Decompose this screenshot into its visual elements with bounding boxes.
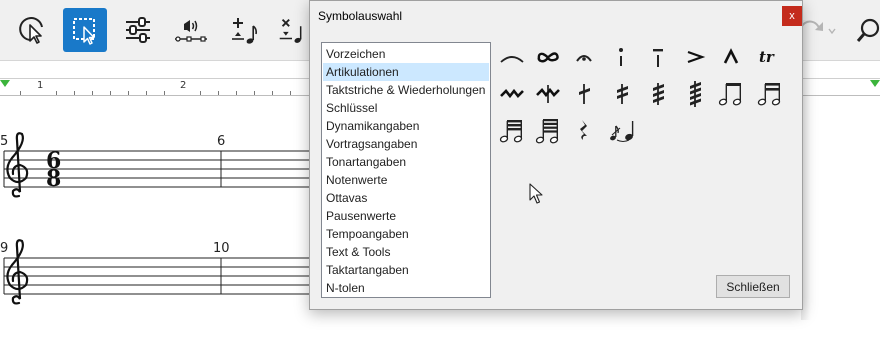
beamed-64ths-icon[interactable] xyxy=(531,116,565,146)
magnifier-icon xyxy=(856,18,880,42)
add-note-icon xyxy=(232,18,257,44)
category-item[interactable]: Vorzeichen xyxy=(323,45,489,63)
close-button[interactable]: Schließen xyxy=(716,275,790,298)
ruler-number: 1 xyxy=(37,80,44,91)
staccato-icon[interactable] xyxy=(605,42,639,72)
beamed-eighths-icon[interactable] xyxy=(714,79,748,109)
zoom-button[interactable] xyxy=(850,8,880,52)
category-item[interactable]: Schlüssel xyxy=(323,99,489,117)
category-item[interactable]: Pausenwerte xyxy=(323,207,489,225)
single-tremolo-icon[interactable] xyxy=(567,79,601,109)
slur-icon[interactable] xyxy=(495,42,529,72)
ruler-end-marker-icon xyxy=(870,80,880,87)
selection-rectangle-icon xyxy=(73,18,95,45)
turn-icon[interactable] xyxy=(531,42,565,72)
sliders-icon xyxy=(126,17,150,43)
inverted-mordent-icon[interactable] xyxy=(531,79,565,109)
mixer-settings-button[interactable] xyxy=(116,8,160,52)
ruler-start-marker-icon xyxy=(0,80,10,87)
marcato-icon[interactable] xyxy=(714,42,748,72)
add-note-button[interactable] xyxy=(222,8,266,52)
category-item[interactable]: Notenwerte xyxy=(323,171,489,189)
category-item[interactable]: Artikulationen xyxy=(323,63,489,81)
trill-icon[interactable]: tr xyxy=(753,42,787,72)
selection-rectangle-button[interactable] xyxy=(63,8,107,52)
rest-tremolo-icon[interactable] xyxy=(567,116,601,146)
select-pointer-button[interactable] xyxy=(10,8,54,52)
dialog-close-button[interactable]: x xyxy=(782,6,802,26)
category-item[interactable]: Text & Tools xyxy=(323,243,489,261)
remove-note-button[interactable] xyxy=(275,8,309,52)
playback-sound-button[interactable] xyxy=(169,8,213,52)
ruler-number: 2 xyxy=(180,80,187,91)
circle-pointer-icon xyxy=(19,17,43,44)
category-item[interactable]: N-tolen xyxy=(323,279,489,297)
accent-icon[interactable] xyxy=(678,42,712,72)
triple-tremolo-icon[interactable] xyxy=(641,79,675,109)
double-tremolo-icon[interactable] xyxy=(605,79,639,109)
beamed-sixteenths-icon[interactable] xyxy=(753,79,787,109)
beamed-32nds-icon[interactable] xyxy=(495,116,529,146)
mouse-cursor-icon xyxy=(529,183,543,204)
category-item[interactable]: Vortragsangaben xyxy=(323,135,489,153)
grace-note-icon[interactable] xyxy=(605,116,639,146)
category-item[interactable]: Taktstriche & Wiederholungen xyxy=(323,81,489,99)
fermata-icon[interactable] xyxy=(567,42,601,72)
category-item[interactable]: Tonartangaben xyxy=(323,153,489,171)
speaker-staff-icon xyxy=(175,20,207,42)
category-item[interactable]: Ottavas xyxy=(323,189,489,207)
remove-note-icon xyxy=(279,18,302,43)
dialog-title: Symbolauswahl xyxy=(318,9,403,23)
symbol-picker-dialog: Symbolauswahl x Vorzeichen Artikulationen… xyxy=(309,0,803,310)
quadruple-tremolo-icon[interactable] xyxy=(678,79,712,109)
time-signature-bottom: 8 xyxy=(46,166,61,192)
category-item[interactable]: Taktartangaben xyxy=(323,261,489,279)
mordent-icon[interactable] xyxy=(495,79,529,109)
category-item[interactable]: Tempoangaben xyxy=(323,225,489,243)
trill-text: tr xyxy=(759,48,775,66)
category-list[interactable]: Vorzeichen Artikulationen Taktstriche & Wi… xyxy=(321,42,491,298)
category-item[interactable]: Dynamikangaben xyxy=(323,117,489,135)
tenuto-icon[interactable] xyxy=(641,42,675,72)
